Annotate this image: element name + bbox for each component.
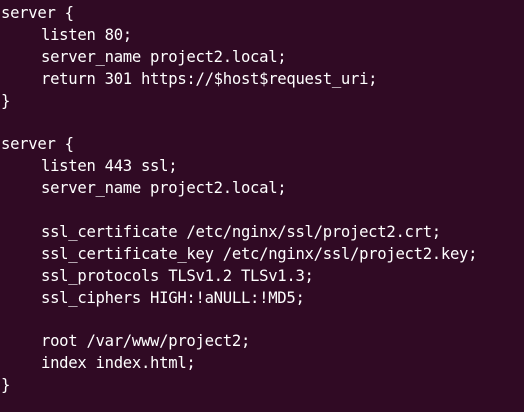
code-line-server-open-2: server { bbox=[1, 135, 74, 154]
code-line-ssl-certificate: ssl_certificate /etc/nginx/ssl/project2.… bbox=[41, 222, 441, 241]
code-line-server-close-1: } bbox=[1, 91, 11, 110]
code-line-listen-80: listen 80; bbox=[41, 25, 132, 44]
code-line-server-open-1: server { bbox=[1, 4, 74, 22]
code-line-ssl-ciphers: ssl_ciphers HIGH:!aNULL:!MD5; bbox=[41, 288, 305, 307]
code-line-index: index index.html; bbox=[41, 354, 196, 373]
code-line-blank-3 bbox=[1, 309, 524, 331]
code-line-root: root /var/www/project2; bbox=[41, 332, 251, 351]
code-line-server-close-2: } bbox=[1, 376, 11, 395]
code-line-blank-2 bbox=[1, 200, 524, 222]
code-line-listen-443: listen 443 ssl; bbox=[41, 157, 178, 176]
code-line-return-301: return 301 https://$host$request_uri; bbox=[41, 69, 378, 88]
code-line-blank-1 bbox=[1, 112, 524, 134]
code-line-ssl-certificate-key: ssl_certificate_key /etc/nginx/ssl/proje… bbox=[41, 244, 478, 263]
code-line-server-name-2: server_name project2.local; bbox=[41, 179, 287, 198]
code-line-server-name-1: server_name project2.local; bbox=[41, 47, 287, 66]
code-line-ssl-protocols: ssl_protocols TLSv1.2 TLSv1.3; bbox=[41, 266, 314, 285]
terminal-window[interactable]: server { listen 80; server_name project2… bbox=[0, 0, 524, 412]
